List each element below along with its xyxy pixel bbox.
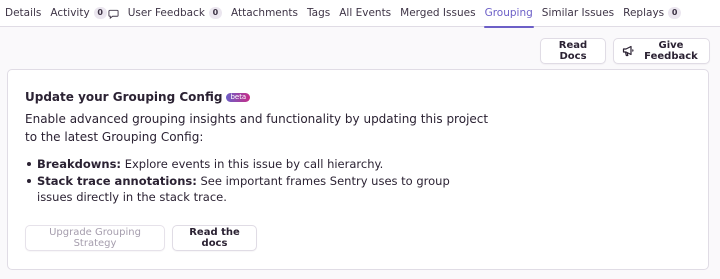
tab-all-events[interactable]: All Events — [339, 0, 391, 27]
comment-icon — [108, 9, 119, 19]
tab-label: Similar Issues — [541, 7, 615, 19]
tab-label: Attachments — [230, 7, 298, 19]
card-title-text: Update your Grouping Config — [25, 90, 223, 104]
card-actions: Upgrade Grouping Strategy Read the docs — [25, 225, 257, 251]
list-item-label: Breakdowns: — [37, 157, 122, 171]
user-feedback-count-badge: 0 — [208, 7, 222, 19]
list-item-label: Stack trace annotations: — [37, 174, 197, 188]
tab-label: All Events — [339, 7, 392, 19]
activity-count-badge: 0 — [93, 7, 107, 19]
card-title: Update your Grouping Config beta — [25, 90, 251, 104]
tab-label: Activity — [50, 7, 90, 19]
feature-list: Breakdowns: Explore events in this issue… — [25, 156, 465, 206]
tab-attachments[interactable]: Attachments — [231, 0, 298, 27]
tab-grouping[interactable]: Grouping — [483, 0, 535, 28]
tab-activity[interactable]: Activity 0 — [50, 0, 119, 27]
tab-label: User Feedback — [127, 7, 205, 19]
card-description: Enable advanced grouping insights and fu… — [25, 112, 489, 144]
read-the-docs-button[interactable]: Read the docs — [172, 225, 257, 251]
list-item: Stack trace annotations: See important f… — [25, 173, 465, 205]
tab-label: Grouping — [484, 7, 533, 19]
grouping-config-card: Update your Grouping Config beta Enable … — [7, 69, 709, 270]
give-feedback-label: Give Feedback — [644, 40, 698, 62]
upgrade-grouping-strategy-button[interactable]: Upgrade Grouping Strategy — [25, 225, 165, 251]
tab-replays[interactable]: Replays 0 — [623, 0, 682, 27]
tab-label: Replays — [623, 7, 665, 19]
tab-bar: Details Activity 0 User Feedback 0 Attac… — [0, 0, 720, 28]
tab-similar-issues[interactable]: Similar Issues — [542, 0, 614, 27]
read-docs-button[interactable]: Read Docs — [540, 38, 606, 64]
header-actions: Read Docs Give Feedback — [540, 38, 710, 64]
list-item-text: Explore events in this issue by call hie… — [121, 157, 384, 171]
list-item: Breakdowns: Explore events in this issue… — [25, 156, 465, 172]
beta-badge: beta — [226, 92, 251, 102]
tab-label: Tags — [307, 7, 331, 19]
tab-tags[interactable]: Tags — [307, 0, 330, 27]
give-feedback-button[interactable]: Give Feedback — [613, 38, 710, 64]
tab-details[interactable]: Details — [5, 0, 41, 27]
tab-label: Merged Issues — [400, 7, 476, 19]
megaphone-icon — [622, 45, 634, 57]
tab-user-feedback[interactable]: User Feedback 0 — [128, 0, 222, 27]
tab-label: Details — [5, 7, 42, 19]
tab-merged-issues[interactable]: Merged Issues — [400, 0, 475, 27]
replays-count-badge: 0 — [668, 7, 682, 19]
